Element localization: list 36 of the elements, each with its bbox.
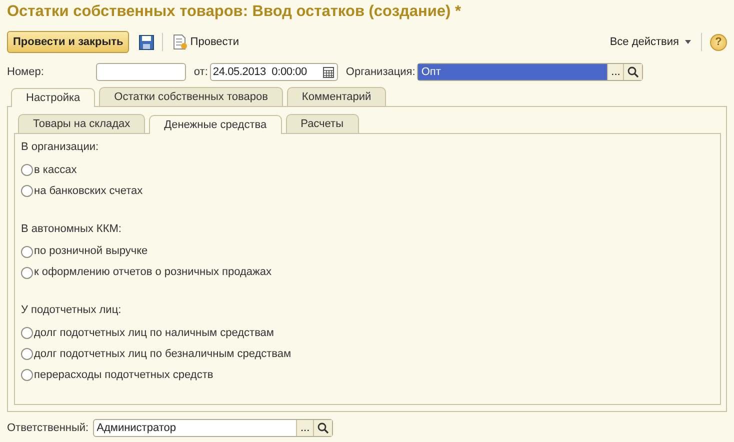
tab[interactable]: Настройка [11,88,96,107]
radio-option[interactable]: на банковских счетах [21,180,714,202]
radio-option[interactable]: долг подотчетных лиц по наличным средствам [21,322,714,344]
choice-button[interactable]: ... [607,64,624,80]
organization-label: Организация: [346,64,416,80]
organization-field[interactable]: Опт ... [417,63,644,81]
help-button[interactable]: ? [710,34,727,50]
all-actions-menu[interactable]: Все действия [608,34,693,50]
radio-option[interactable]: перерасходы подотчетных средств [21,364,714,386]
tab[interactable]: Расчеты [286,114,358,133]
post-and-close-button[interactable]: Провести и закрыть [7,30,130,54]
tab[interactable]: Денежные средства [149,114,282,134]
document-icon [173,34,188,50]
tab[interactable]: Комментарий [286,86,386,106]
save-icon[interactable] [139,34,154,50]
radio-option[interactable]: к оформлению отчетов о розничных продажах [21,262,714,283]
search-button[interactable] [623,64,642,80]
tab[interactable]: Товары на складах [18,114,146,133]
tab[interactable]: Остатки собственных товаров [99,86,283,106]
responsible-field[interactable]: Администратор ... [92,419,333,437]
group-title: В организации: [21,140,100,155]
group-title: В автономных ККМ: [21,222,122,236]
radio-option[interactable]: долг подотчетных лиц по безналичным средствам [21,344,714,364]
search-button[interactable] [312,420,332,436]
radio-option[interactable]: в кассах [21,160,714,180]
window-title: Остатки собственных товаров: Ввод остатков (создание) * [7,2,462,22]
caret-icon [685,40,691,44]
date-field[interactable]: 24.05.2013 0:00:00 [210,63,338,81]
responsible-label: Ответственный: [7,420,89,436]
date-label: от: [194,64,208,80]
radio-option[interactable]: по розничной выручке [21,241,714,262]
number-label: Номер: [7,64,44,80]
number-field[interactable] [96,63,186,81]
post-button[interactable]: Провести [171,34,241,50]
choice-button[interactable]: ... [296,420,313,436]
group-title: У подотчетных лиц: [21,303,122,318]
